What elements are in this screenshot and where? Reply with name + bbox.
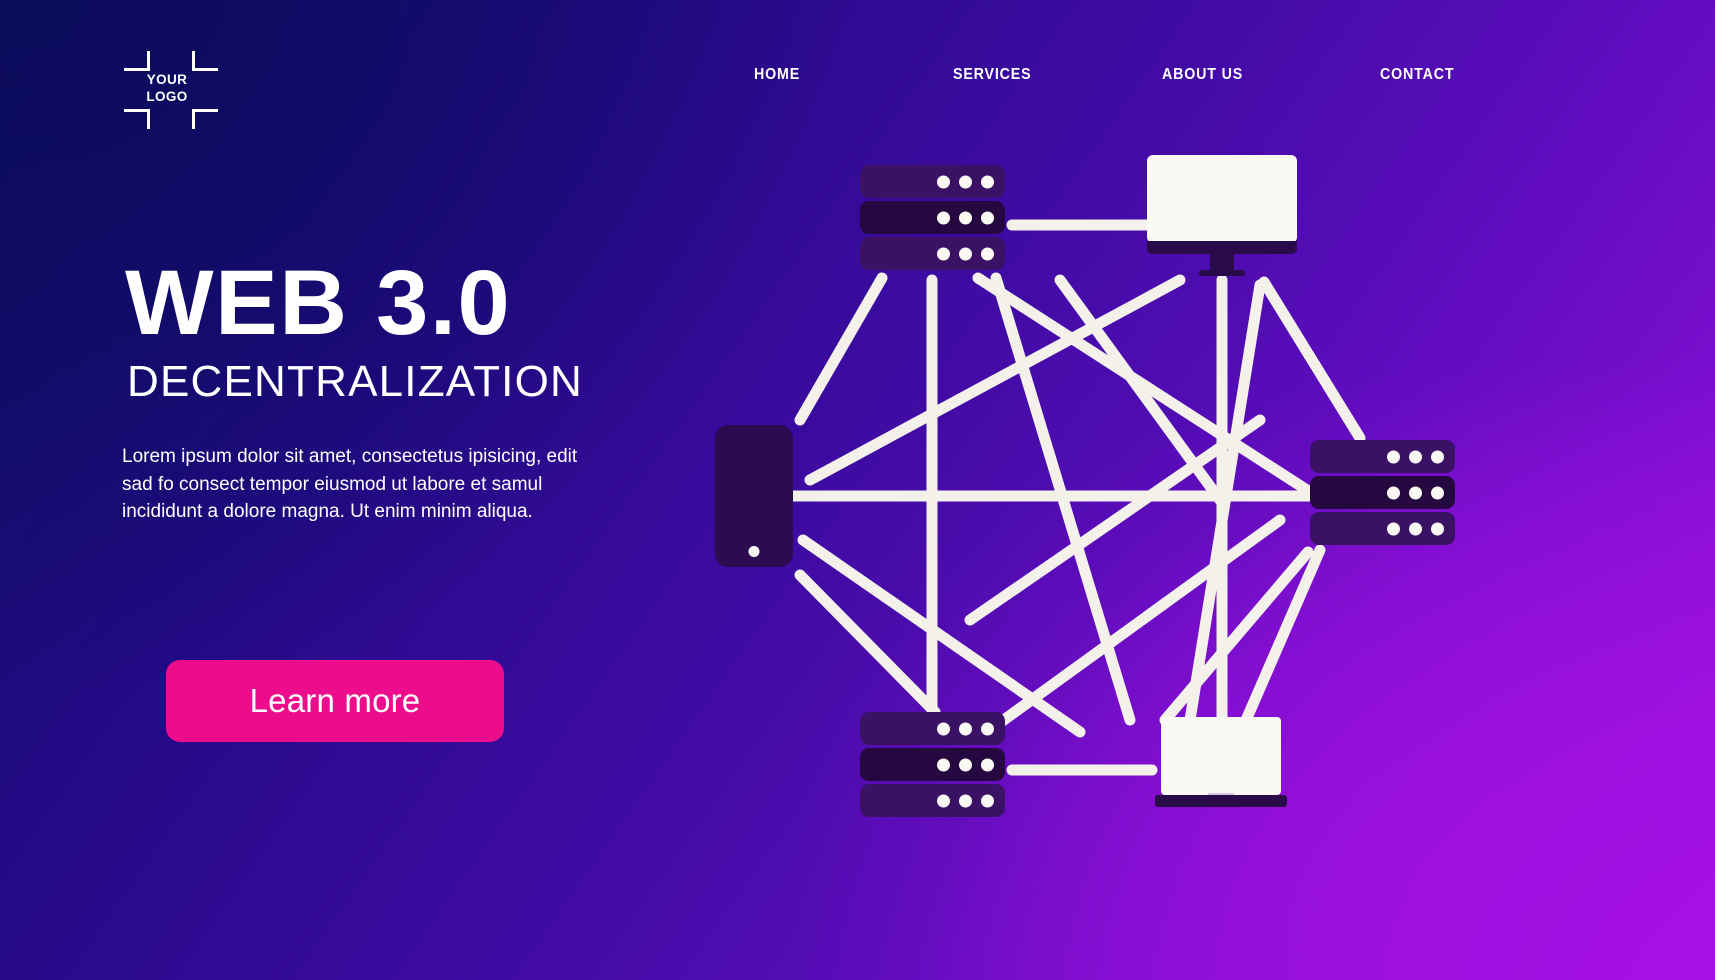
node-server-bottom-left[interactable]	[860, 712, 1005, 817]
server-dots-icon	[1387, 450, 1444, 463]
node-phone[interactable]	[715, 425, 793, 567]
server-dots-icon	[937, 758, 994, 771]
server-bar	[860, 237, 1005, 270]
phone-home-button-icon	[748, 546, 760, 557]
corner-bracket-icon	[192, 109, 218, 129]
server-bar	[1310, 476, 1455, 509]
server-bar	[860, 201, 1005, 234]
node-laptop[interactable]	[1155, 717, 1287, 817]
node-server-top-left[interactable]	[860, 165, 1005, 270]
server-bar	[860, 712, 1005, 745]
laptop-hinge	[1155, 795, 1287, 807]
brand-logo[interactable]: YOUR LOGO	[118, 45, 218, 133]
monitor-neck	[1210, 252, 1234, 272]
logo-text: YOUR LOGO	[118, 71, 216, 105]
logo-line-2: LOGO	[146, 89, 188, 104]
main-navigation: HOME SERVICES ABOUT US CONTACT	[700, 66, 1580, 94]
nav-item-services[interactable]: SERVICES	[953, 66, 1031, 84]
server-bar	[860, 784, 1005, 817]
nav-item-about-us[interactable]: ABOUT US	[1162, 66, 1243, 84]
network-diagram	[660, 120, 1660, 880]
logo-line-1: YOUR	[146, 72, 188, 87]
server-dots-icon	[937, 247, 994, 260]
server-dots-icon	[937, 722, 994, 735]
monitor-foot	[1199, 270, 1245, 276]
learn-more-button[interactable]: Learn more	[166, 660, 504, 742]
landing-page: YOUR LOGO HOME SERVICES ABOUT US CONTACT…	[0, 0, 1715, 980]
laptop-screen-icon	[1161, 717, 1281, 795]
server-bar	[1310, 440, 1455, 473]
nav-item-contact[interactable]: CONTACT	[1380, 66, 1454, 84]
page-title: WEB 3.0	[125, 252, 512, 354]
server-dots-icon	[1387, 486, 1444, 499]
server-bar	[1310, 512, 1455, 545]
nav-item-home[interactable]: HOME	[754, 66, 800, 84]
hero-paragraph: Lorem ipsum dolor sit amet, consectetus …	[122, 446, 578, 522]
page-subtitle: DECENTRALIZATION	[127, 357, 583, 406]
monitor-screen-icon	[1147, 155, 1297, 243]
corner-bracket-icon	[192, 51, 218, 71]
server-dots-icon	[1387, 522, 1444, 535]
server-bar	[860, 165, 1005, 198]
server-dots-icon	[937, 211, 994, 224]
server-dots-icon	[937, 794, 994, 807]
node-server-right[interactable]	[1310, 440, 1455, 545]
corner-bracket-icon	[124, 51, 150, 71]
node-monitor[interactable]	[1147, 155, 1297, 276]
corner-bracket-icon	[124, 109, 150, 129]
server-bar	[860, 748, 1005, 781]
server-dots-icon	[937, 175, 994, 188]
